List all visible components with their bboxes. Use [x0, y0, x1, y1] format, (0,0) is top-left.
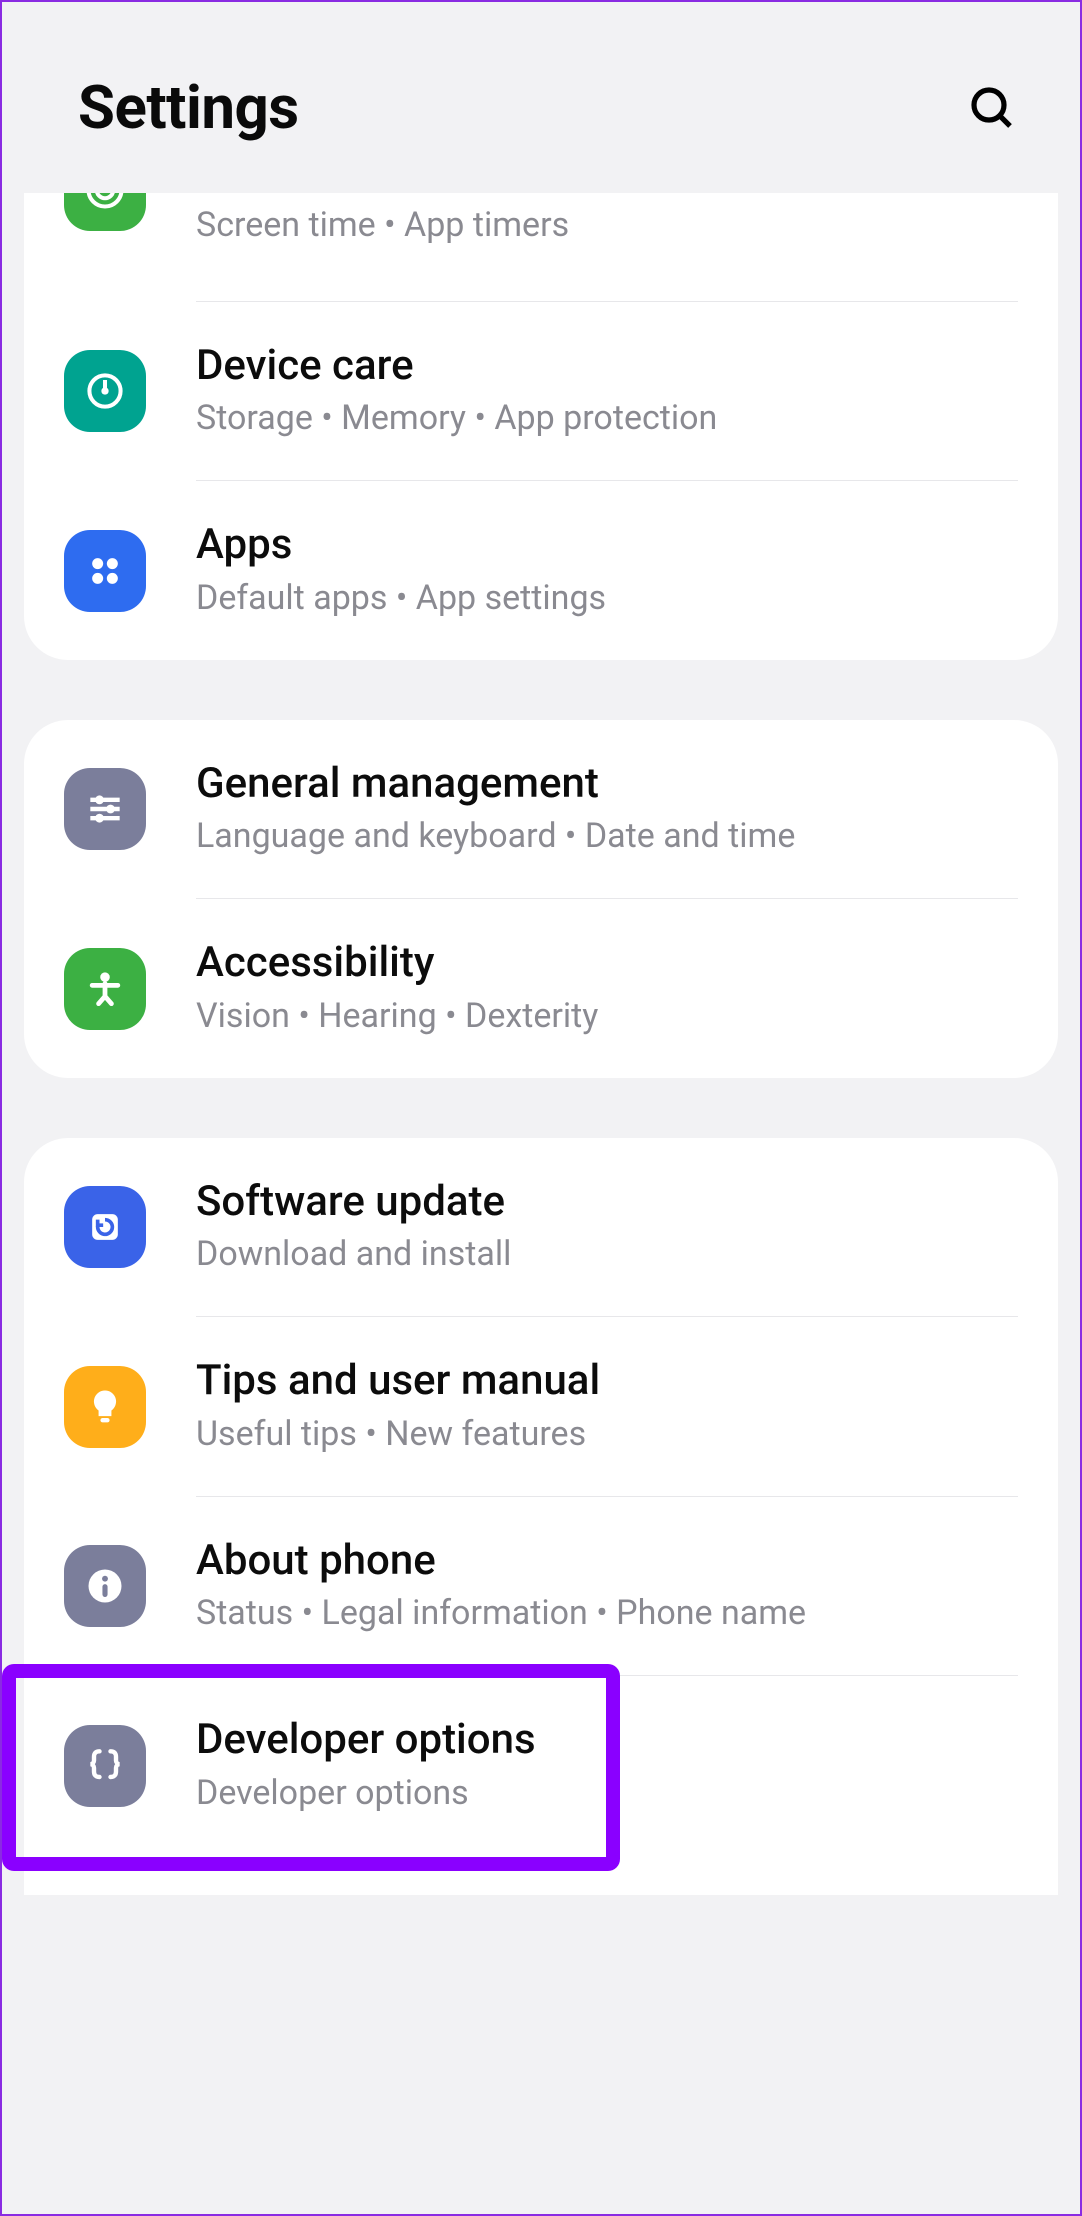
- row-text: Accessibility Vision • Hearing • Dexteri…: [196, 939, 1010, 1037]
- settings-row-about-phone[interactable]: About phone Status • Legal information •…: [24, 1497, 1058, 1675]
- row-subtitle: Vision • Hearing • Dexterity: [196, 994, 1010, 1038]
- gauge-icon: [64, 350, 146, 432]
- row-subtitle: Storage • Memory • App protection: [196, 396, 1010, 440]
- bulb-icon: [64, 1366, 146, 1448]
- row-text: Device care Storage • Memory • App prote…: [196, 342, 1010, 440]
- settings-row-tips[interactable]: Tips and user manual Useful tips • New f…: [24, 1317, 1058, 1495]
- row-text: Apps Default apps • App settings: [196, 521, 1010, 619]
- row-subtitle: Screen time • App timers: [196, 203, 1010, 247]
- header: Settings: [2, 2, 1080, 193]
- settings-row-developer-options[interactable]: Developer options Developer options: [24, 1676, 1058, 1854]
- settings-row-software-update[interactable]: Software update Download and install: [24, 1138, 1058, 1316]
- settings-row-apps[interactable]: Apps Default apps • App settings: [24, 481, 1058, 659]
- row-text: General management Language and keyboard…: [196, 760, 1010, 858]
- row-title: Developer options: [196, 1716, 1010, 1764]
- settings-group: General management Language and keyboard…: [24, 720, 1058, 1078]
- row-subtitle: Language and keyboard • Date and time: [196, 814, 1010, 858]
- settings-group: controls Screen time • App timers Device…: [24, 193, 1058, 660]
- refresh-icon: [64, 1186, 146, 1268]
- settings-row-parental[interactable]: controls Screen time • App timers: [24, 193, 1058, 301]
- settings-group: Software update Download and install Tip…: [24, 1138, 1058, 1895]
- row-subtitle: Useful tips • New features: [196, 1412, 1010, 1456]
- page-title: Settings: [78, 72, 299, 143]
- row-subtitle: Default apps • App settings: [196, 576, 1010, 620]
- braces-icon: [64, 1725, 146, 1807]
- row-text: Developer options Developer options: [196, 1716, 1010, 1814]
- settings-row-device-care[interactable]: Device care Storage • Memory • App prote…: [24, 302, 1058, 480]
- search-button[interactable]: [964, 80, 1020, 136]
- settings-row-accessibility[interactable]: Accessibility Vision • Hearing • Dexteri…: [24, 899, 1058, 1077]
- row-title: Device care: [196, 342, 1010, 390]
- row-text: controls Screen time • App timers: [196, 193, 1010, 247]
- row-text: Tips and user manual Useful tips • New f…: [196, 1357, 1010, 1455]
- row-title: Tips and user manual: [196, 1357, 1010, 1405]
- row-title: Apps: [196, 521, 1010, 569]
- person-icon: [64, 948, 146, 1030]
- target-icon: [64, 193, 146, 231]
- row-subtitle: Status • Legal information • Phone name: [196, 1591, 1010, 1635]
- row-text: About phone Status • Legal information •…: [196, 1537, 1010, 1635]
- row-title: About phone: [196, 1537, 1010, 1585]
- row-title: controls: [196, 193, 1010, 197]
- row-title: Software update: [196, 1178, 1010, 1226]
- row-title: Accessibility: [196, 939, 1010, 987]
- search-icon: [968, 84, 1016, 132]
- row-text: Software update Download and install: [196, 1178, 1010, 1276]
- row-title: General management: [196, 760, 1010, 808]
- info-icon: [64, 1545, 146, 1627]
- settings-row-general-management[interactable]: General management Language and keyboard…: [24, 720, 1058, 898]
- row-subtitle: Developer options: [196, 1771, 1010, 1815]
- grid-icon: [64, 530, 146, 612]
- sliders-icon: [64, 768, 146, 850]
- row-subtitle: Download and install: [196, 1232, 1010, 1276]
